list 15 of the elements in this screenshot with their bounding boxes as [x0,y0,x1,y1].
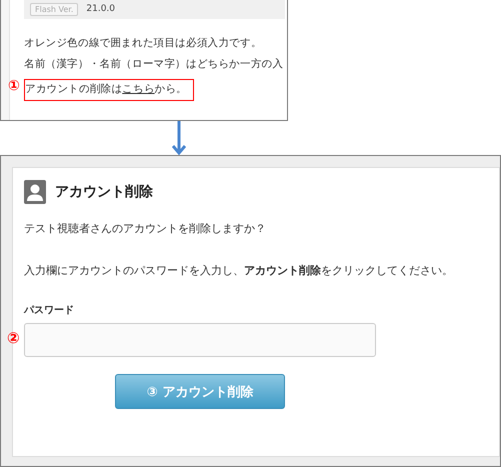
password-label: パスワード [24,304,75,317]
instruction-text: 入力欄にアカウントのパスワードを入力し、アカウント削除をクリックしてください。 [24,263,454,278]
notice-text: オレンジ色の線で囲まれた項目は必須入力です。 [24,36,263,51]
version-badge: Flash Ver. [30,2,78,16]
step-marker: ① [8,77,20,95]
delete-account-text: アカウントの削除はこちらから。 [24,79,194,101]
dialog-title: アカウント削除 [55,183,153,201]
here-link[interactable]: こちら [122,83,155,95]
step-marker: ② [7,329,20,347]
password-field[interactable] [24,323,376,357]
question-text: テスト視聴者さんのアカウントを削除しますか？ [24,221,267,236]
user-icon [24,180,46,204]
version-text: 21.0.0 [86,4,116,14]
down-arrow-icon [172,121,186,155]
notice-text: 名前（漢字）・名前（ローマ字）はどちらか一方の入 [24,57,284,72]
